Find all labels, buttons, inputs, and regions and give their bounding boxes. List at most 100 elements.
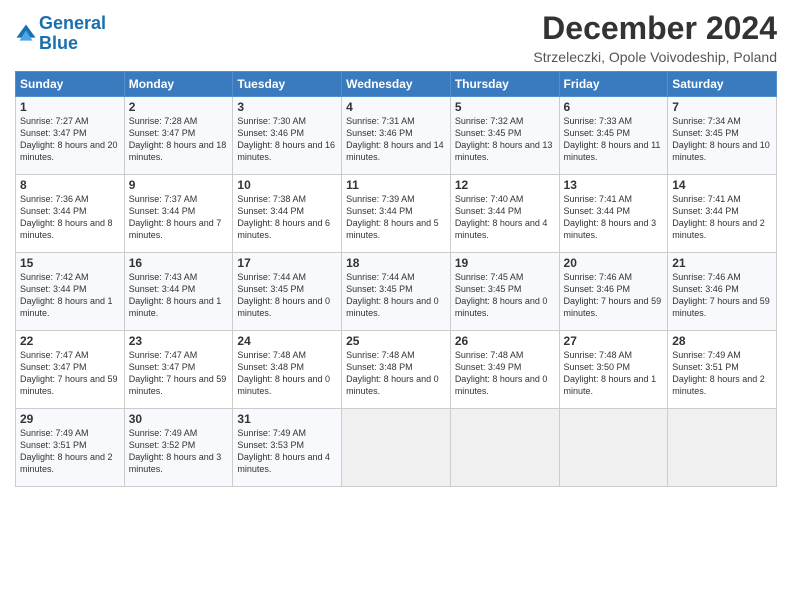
day-number: 15	[20, 256, 120, 270]
day-cell	[559, 409, 668, 487]
day-number: 27	[564, 334, 664, 348]
day-cell: 6Sunrise: 7:33 AMSunset: 3:45 PMDaylight…	[559, 97, 668, 175]
day-info: Sunrise: 7:27 AMSunset: 3:47 PMDaylight:…	[20, 115, 120, 164]
day-info: Sunrise: 7:30 AMSunset: 3:46 PMDaylight:…	[237, 115, 337, 164]
day-number: 17	[237, 256, 337, 270]
day-info: Sunrise: 7:47 AMSunset: 3:47 PMDaylight:…	[20, 349, 120, 398]
day-cell: 13Sunrise: 7:41 AMSunset: 3:44 PMDayligh…	[559, 175, 668, 253]
day-info: Sunrise: 7:49 AMSunset: 3:51 PMDaylight:…	[672, 349, 772, 398]
day-cell: 8Sunrise: 7:36 AMSunset: 3:44 PMDaylight…	[16, 175, 125, 253]
week-row-5: 29Sunrise: 7:49 AMSunset: 3:51 PMDayligh…	[16, 409, 777, 487]
day-cell: 1Sunrise: 7:27 AMSunset: 3:47 PMDaylight…	[16, 97, 125, 175]
day-cell: 10Sunrise: 7:38 AMSunset: 3:44 PMDayligh…	[233, 175, 342, 253]
day-info: Sunrise: 7:33 AMSunset: 3:45 PMDaylight:…	[564, 115, 664, 164]
day-info: Sunrise: 7:43 AMSunset: 3:44 PMDaylight:…	[129, 271, 229, 320]
day-number: 12	[455, 178, 555, 192]
day-number: 14	[672, 178, 772, 192]
day-cell: 30Sunrise: 7:49 AMSunset: 3:52 PMDayligh…	[124, 409, 233, 487]
day-cell	[668, 409, 777, 487]
logo-text: GeneralBlue	[39, 14, 106, 54]
day-info: Sunrise: 7:44 AMSunset: 3:45 PMDaylight:…	[346, 271, 446, 320]
day-info: Sunrise: 7:49 AMSunset: 3:51 PMDaylight:…	[20, 427, 120, 476]
header: GeneralBlue December 2024 Strzeleczki, O…	[15, 10, 777, 65]
day-cell: 20Sunrise: 7:46 AMSunset: 3:46 PMDayligh…	[559, 253, 668, 331]
day-number: 2	[129, 100, 229, 114]
day-info: Sunrise: 7:39 AMSunset: 3:44 PMDaylight:…	[346, 193, 446, 242]
day-cell: 17Sunrise: 7:44 AMSunset: 3:45 PMDayligh…	[233, 253, 342, 331]
day-info: Sunrise: 7:28 AMSunset: 3:47 PMDaylight:…	[129, 115, 229, 164]
month-title: December 2024	[533, 10, 777, 47]
day-info: Sunrise: 7:42 AMSunset: 3:44 PMDaylight:…	[20, 271, 120, 320]
day-info: Sunrise: 7:48 AMSunset: 3:49 PMDaylight:…	[455, 349, 555, 398]
logo: GeneralBlue	[15, 14, 106, 54]
day-cell: 27Sunrise: 7:48 AMSunset: 3:50 PMDayligh…	[559, 331, 668, 409]
day-number: 24	[237, 334, 337, 348]
day-info: Sunrise: 7:41 AMSunset: 3:44 PMDaylight:…	[564, 193, 664, 242]
day-number: 6	[564, 100, 664, 114]
week-row-2: 8Sunrise: 7:36 AMSunset: 3:44 PMDaylight…	[16, 175, 777, 253]
day-info: Sunrise: 7:46 AMSunset: 3:46 PMDaylight:…	[564, 271, 664, 320]
day-number: 25	[346, 334, 446, 348]
calendar-table: SundayMondayTuesdayWednesdayThursdayFrid…	[15, 71, 777, 487]
col-header-tuesday: Tuesday	[233, 72, 342, 97]
day-info: Sunrise: 7:37 AMSunset: 3:44 PMDaylight:…	[129, 193, 229, 242]
day-cell: 11Sunrise: 7:39 AMSunset: 3:44 PMDayligh…	[342, 175, 451, 253]
day-number: 28	[672, 334, 772, 348]
col-header-monday: Monday	[124, 72, 233, 97]
day-info: Sunrise: 7:31 AMSunset: 3:46 PMDaylight:…	[346, 115, 446, 164]
page-container: GeneralBlue December 2024 Strzeleczki, O…	[0, 0, 792, 492]
day-number: 21	[672, 256, 772, 270]
day-cell: 4Sunrise: 7:31 AMSunset: 3:46 PMDaylight…	[342, 97, 451, 175]
day-cell: 14Sunrise: 7:41 AMSunset: 3:44 PMDayligh…	[668, 175, 777, 253]
day-info: Sunrise: 7:48 AMSunset: 3:50 PMDaylight:…	[564, 349, 664, 398]
day-info: Sunrise: 7:36 AMSunset: 3:44 PMDaylight:…	[20, 193, 120, 242]
day-info: Sunrise: 7:46 AMSunset: 3:46 PMDaylight:…	[672, 271, 772, 320]
day-number: 19	[455, 256, 555, 270]
day-number: 8	[20, 178, 120, 192]
day-cell: 16Sunrise: 7:43 AMSunset: 3:44 PMDayligh…	[124, 253, 233, 331]
col-header-thursday: Thursday	[450, 72, 559, 97]
day-cell: 28Sunrise: 7:49 AMSunset: 3:51 PMDayligh…	[668, 331, 777, 409]
day-info: Sunrise: 7:47 AMSunset: 3:47 PMDaylight:…	[129, 349, 229, 398]
day-number: 9	[129, 178, 229, 192]
day-number: 3	[237, 100, 337, 114]
day-cell: 21Sunrise: 7:46 AMSunset: 3:46 PMDayligh…	[668, 253, 777, 331]
day-info: Sunrise: 7:48 AMSunset: 3:48 PMDaylight:…	[237, 349, 337, 398]
week-row-1: 1Sunrise: 7:27 AMSunset: 3:47 PMDaylight…	[16, 97, 777, 175]
day-cell	[342, 409, 451, 487]
day-number: 30	[129, 412, 229, 426]
day-cell: 15Sunrise: 7:42 AMSunset: 3:44 PMDayligh…	[16, 253, 125, 331]
day-info: Sunrise: 7:44 AMSunset: 3:45 PMDaylight:…	[237, 271, 337, 320]
day-cell: 29Sunrise: 7:49 AMSunset: 3:51 PMDayligh…	[16, 409, 125, 487]
day-cell: 9Sunrise: 7:37 AMSunset: 3:44 PMDaylight…	[124, 175, 233, 253]
day-cell: 18Sunrise: 7:44 AMSunset: 3:45 PMDayligh…	[342, 253, 451, 331]
day-cell: 5Sunrise: 7:32 AMSunset: 3:45 PMDaylight…	[450, 97, 559, 175]
col-header-wednesday: Wednesday	[342, 72, 451, 97]
day-cell: 26Sunrise: 7:48 AMSunset: 3:49 PMDayligh…	[450, 331, 559, 409]
day-number: 13	[564, 178, 664, 192]
day-cell: 12Sunrise: 7:40 AMSunset: 3:44 PMDayligh…	[450, 175, 559, 253]
day-info: Sunrise: 7:32 AMSunset: 3:45 PMDaylight:…	[455, 115, 555, 164]
day-cell	[450, 409, 559, 487]
day-number: 23	[129, 334, 229, 348]
title-section: December 2024 Strzeleczki, Opole Voivode…	[533, 10, 777, 65]
day-cell: 3Sunrise: 7:30 AMSunset: 3:46 PMDaylight…	[233, 97, 342, 175]
day-number: 1	[20, 100, 120, 114]
day-number: 20	[564, 256, 664, 270]
day-number: 7	[672, 100, 772, 114]
day-number: 29	[20, 412, 120, 426]
day-number: 26	[455, 334, 555, 348]
day-info: Sunrise: 7:49 AMSunset: 3:53 PMDaylight:…	[237, 427, 337, 476]
day-cell: 22Sunrise: 7:47 AMSunset: 3:47 PMDayligh…	[16, 331, 125, 409]
day-number: 5	[455, 100, 555, 114]
day-number: 10	[237, 178, 337, 192]
week-row-3: 15Sunrise: 7:42 AMSunset: 3:44 PMDayligh…	[16, 253, 777, 331]
day-number: 4	[346, 100, 446, 114]
day-cell: 2Sunrise: 7:28 AMSunset: 3:47 PMDaylight…	[124, 97, 233, 175]
day-info: Sunrise: 7:49 AMSunset: 3:52 PMDaylight:…	[129, 427, 229, 476]
day-cell: 7Sunrise: 7:34 AMSunset: 3:45 PMDaylight…	[668, 97, 777, 175]
day-cell: 23Sunrise: 7:47 AMSunset: 3:47 PMDayligh…	[124, 331, 233, 409]
day-cell: 25Sunrise: 7:48 AMSunset: 3:48 PMDayligh…	[342, 331, 451, 409]
day-info: Sunrise: 7:38 AMSunset: 3:44 PMDaylight:…	[237, 193, 337, 242]
day-number: 31	[237, 412, 337, 426]
